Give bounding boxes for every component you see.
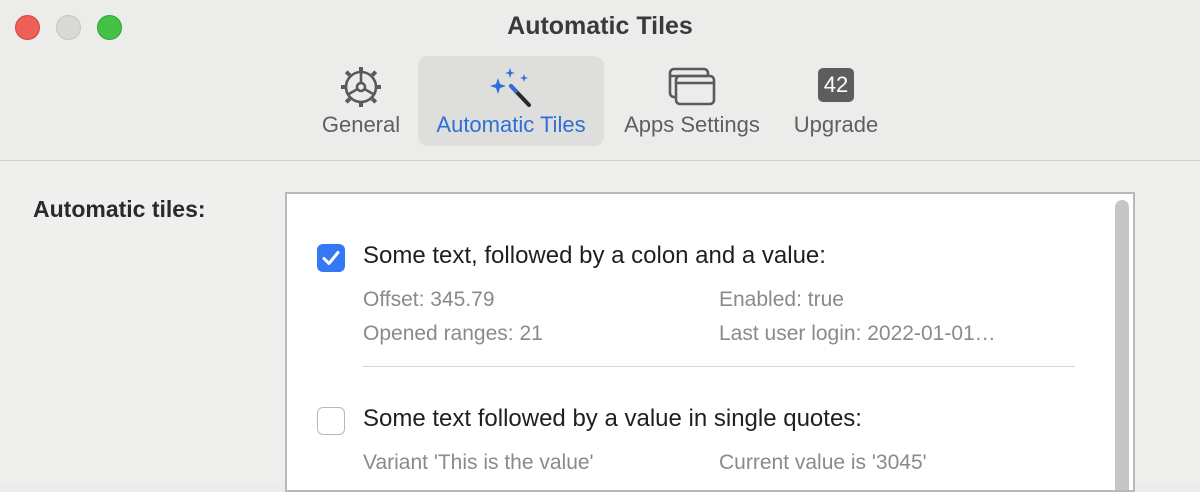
- tab-upgrade-label: Upgrade: [793, 112, 879, 137]
- tab-automatic-tiles-label: Automatic Tiles: [436, 112, 586, 137]
- item-title: Some text, followed by a colon and a val…: [363, 242, 826, 269]
- badge-icon: 42: [818, 68, 854, 102]
- upgrade-badge: 42: [818, 68, 854, 102]
- item-detail: Current value is '3045': [719, 451, 927, 474]
- divider: [363, 366, 1075, 367]
- tab-apps-settings-label: Apps Settings: [624, 112, 760, 137]
- item-checkbox[interactable]: [317, 244, 345, 272]
- item-checkbox[interactable]: [317, 407, 345, 435]
- preferences-window: Automatic Tiles General Automatic Tiles …: [0, 0, 1200, 492]
- item-detail: Last user login: 2022-01-01…: [719, 322, 996, 345]
- item-detail: Opened ranges: 21: [363, 322, 543, 345]
- windows-icon: [666, 64, 718, 115]
- item-detail: Variant 'This is the value': [363, 451, 594, 474]
- checkmark-icon: [322, 251, 340, 265]
- item-detail: Offset: 345.79: [363, 288, 495, 311]
- title-bar: Automatic Tiles General Automatic Tiles …: [0, 0, 1200, 161]
- magic-wand-icon: [486, 64, 536, 115]
- tab-general[interactable]: General: [312, 56, 410, 146]
- automatic-tiles-label: Automatic tiles:: [33, 196, 206, 222]
- tab-automatic-tiles[interactable]: Automatic Tiles: [418, 56, 604, 146]
- window-title: Automatic Tiles: [507, 12, 693, 40]
- item-detail: Enabled: true: [719, 288, 844, 311]
- scrollbar[interactable]: [1115, 200, 1129, 490]
- gear-icon: [338, 64, 384, 115]
- tab-apps-settings[interactable]: Apps Settings: [612, 56, 772, 146]
- item-title: Some text followed by a value in single …: [363, 405, 862, 432]
- automatic-tiles-list[interactable]: Some text, followed by a colon and a val…: [285, 192, 1135, 492]
- tab-upgrade[interactable]: 42 Upgrade: [784, 56, 888, 146]
- tab-general-label: General: [321, 112, 401, 137]
